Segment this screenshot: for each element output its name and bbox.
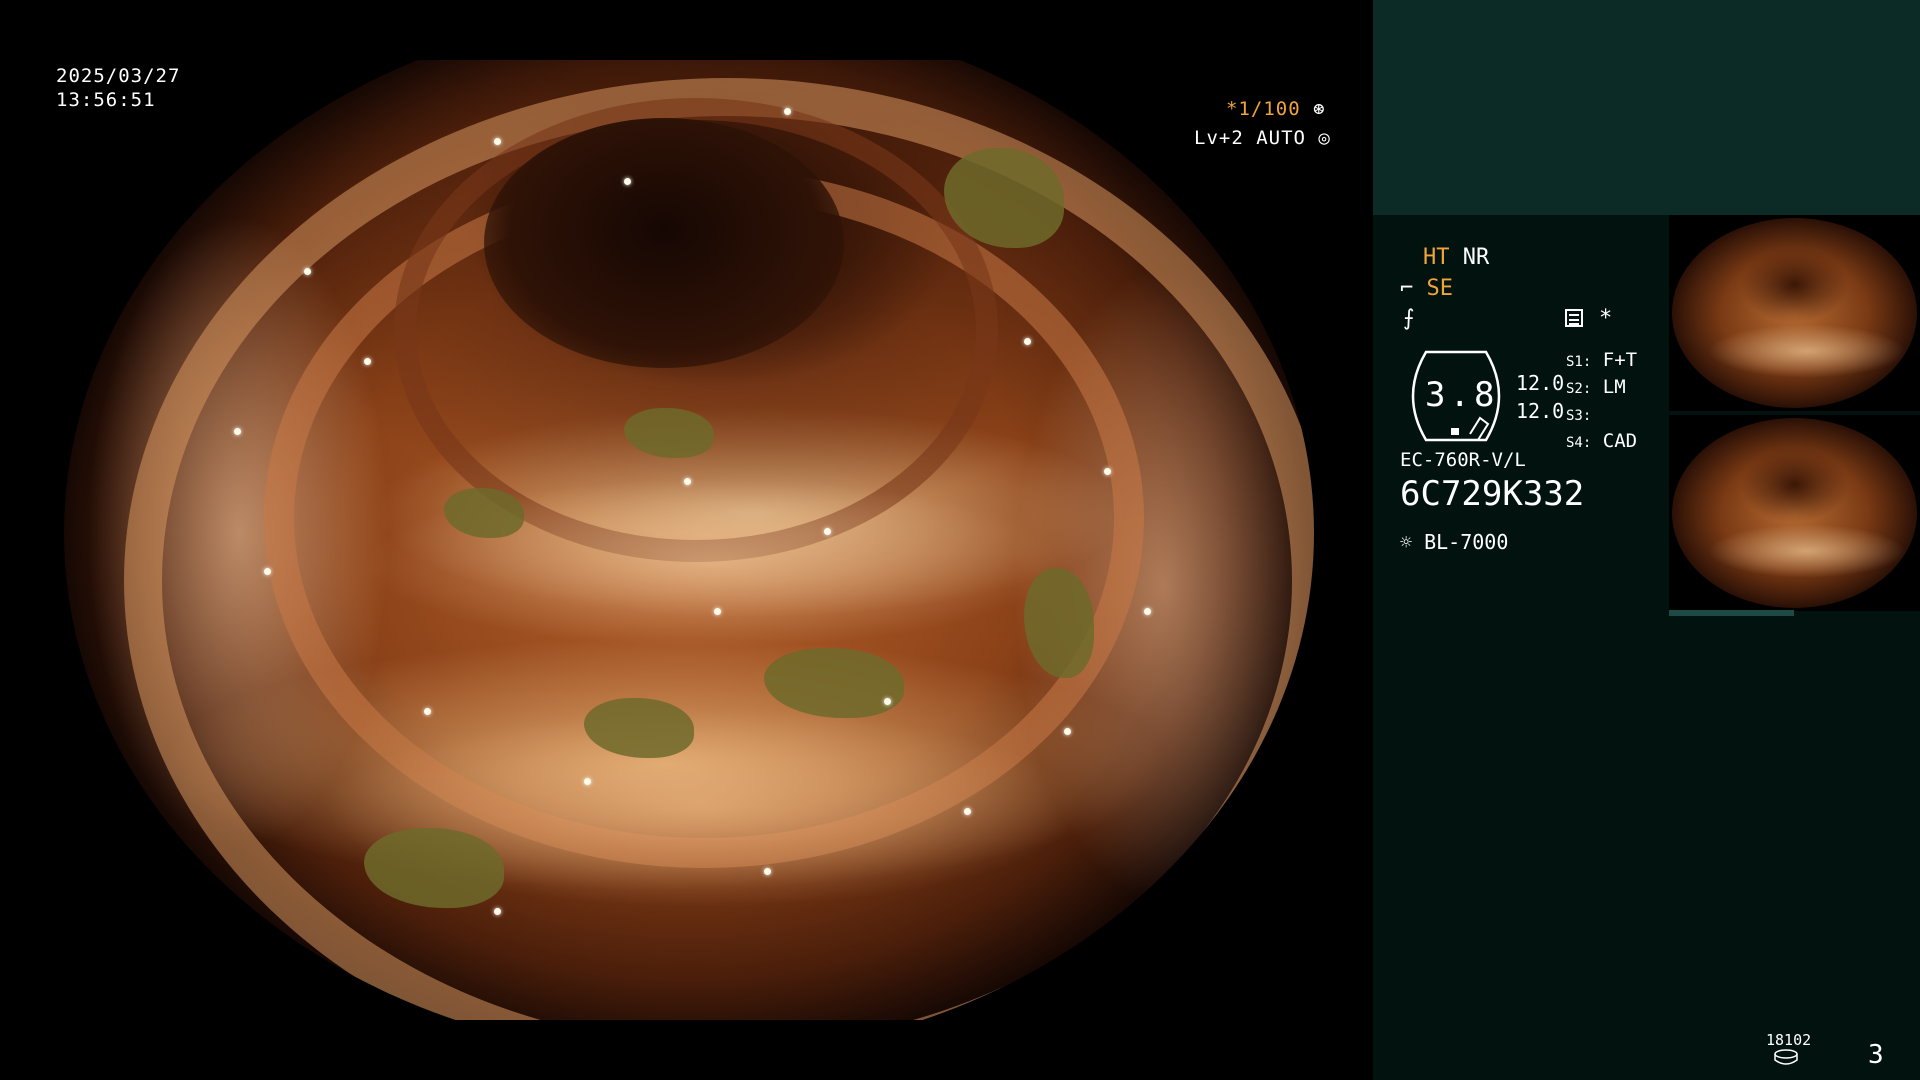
thumbnail-divider	[1669, 610, 1794, 616]
specular-highlight	[584, 778, 591, 785]
shutter-readout: *1/100 ⊛	[1226, 98, 1326, 120]
thumbnail-2-frame[interactable]	[1669, 415, 1920, 611]
specular-highlight	[234, 428, 241, 435]
datetime-block: 2025/03/27 13:56:51	[56, 64, 180, 112]
gauge-value: 3.8	[1425, 375, 1499, 415]
specular-highlight	[764, 868, 771, 875]
specular-highlight	[1144, 608, 1151, 615]
storage-disk-icon	[1774, 1049, 1798, 1065]
specular-highlight	[714, 608, 721, 615]
structure-enhance-icon: ⌐	[1400, 276, 1414, 301]
switch-list: S1: F+T S2: LM S3: S4: CAD	[1566, 348, 1637, 456]
scope-model: EC-760R-V/L	[1400, 449, 1526, 471]
storage-count: 18102	[1766, 1031, 1812, 1049]
ht-indicator: HT	[1423, 245, 1450, 270]
asterisk-indicator: *	[1599, 306, 1613, 331]
se-row: ⌐ SE	[1400, 276, 1453, 301]
gauge-right-bottom: 12.0	[1516, 399, 1565, 423]
specular-highlight	[264, 568, 271, 575]
specular-highlight	[1024, 338, 1031, 345]
right-panel-top	[1373, 0, 1920, 215]
specular-highlight	[784, 108, 791, 115]
gauge-marker	[1451, 428, 1459, 435]
nr-indicator: NR	[1462, 245, 1490, 270]
specular-highlight	[1064, 728, 1071, 735]
switch-s1: S1: F+T	[1566, 349, 1638, 371]
switch-s3: S3:	[1566, 408, 1592, 424]
specular-highlight	[494, 138, 501, 145]
specular-highlight	[304, 268, 311, 275]
scope-serial: 6C729K332	[1400, 474, 1585, 514]
specular-highlight	[1104, 468, 1111, 475]
date-text: 2025/03/27	[56, 65, 181, 87]
endoscope-main-view	[64, 60, 1314, 1020]
level-readout: Lv+2 AUTO ◎	[1194, 127, 1331, 149]
shutter-text: *1/100	[1226, 98, 1301, 120]
memo-icon	[1565, 309, 1583, 327]
gauge-needle	[1469, 416, 1490, 441]
page-number: 3	[1868, 1040, 1884, 1070]
light-source-icon: ☼	[1400, 530, 1413, 554]
light-source-text: BL-7000	[1424, 530, 1509, 554]
light-source-row: ☼ BL-7000	[1400, 530, 1508, 554]
level-auto-text: Lv+2 AUTO	[1194, 127, 1306, 149]
se-indicator: SE	[1426, 276, 1454, 301]
switch-s4: S4: CAD	[1566, 430, 1638, 452]
specular-highlight	[494, 908, 501, 915]
specular-highlight	[884, 698, 891, 705]
specular-highlight	[624, 178, 631, 185]
iris-icon: ◎	[1318, 127, 1331, 149]
gauge-right-top: 12.0	[1516, 371, 1565, 395]
thumbnail-1-frame[interactable]	[1669, 215, 1920, 411]
aperture-icon: ⊛	[1313, 98, 1326, 120]
lumen	[484, 118, 844, 368]
ht-nr-row: HT NR	[1423, 245, 1489, 270]
freeze-icon: ⨍	[1403, 306, 1415, 331]
specular-highlight	[684, 478, 691, 485]
specular-highlight	[964, 808, 971, 815]
specular-highlight	[424, 708, 431, 715]
thumbnail-1-image	[1672, 218, 1917, 408]
switch-s2: S2: LM	[1566, 376, 1626, 398]
time-text: 13:56:51	[56, 89, 156, 111]
specular-highlight	[824, 528, 831, 535]
specular-highlight	[364, 358, 371, 365]
thumbnail-2-image	[1672, 418, 1917, 608]
